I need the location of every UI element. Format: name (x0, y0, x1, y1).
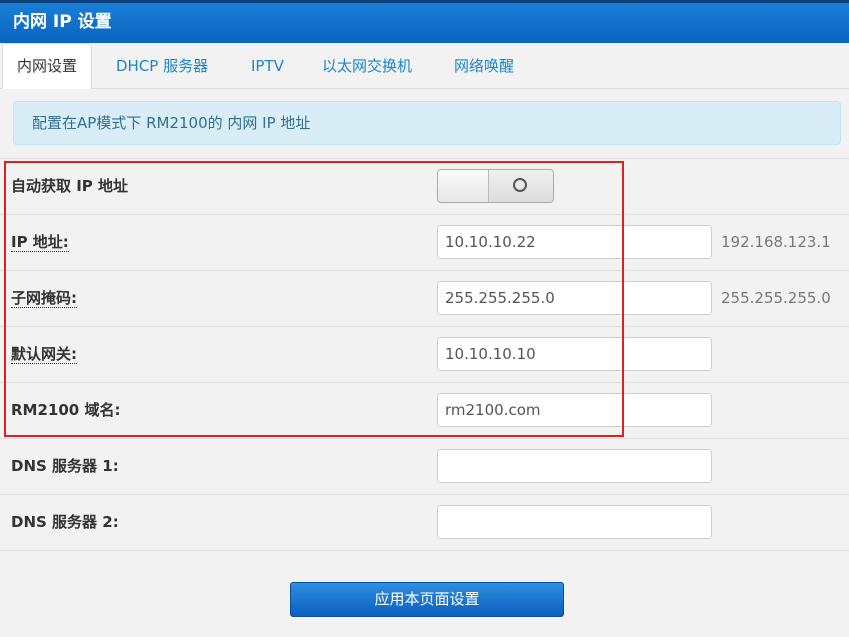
domain-label: RM2100 域名: (11, 401, 121, 419)
toggle-off-circle-icon (513, 178, 527, 192)
row-gateway: 默认网关: (0, 326, 849, 382)
tab-dhcp-server[interactable]: DHCP 服务器 (116, 43, 208, 89)
row-auto-ip: 自动获取 IP 地址 (0, 158, 849, 214)
info-section: 配置在AP模式下 RM2100的 内网 IP 地址 (0, 89, 849, 159)
netmask-hint: 255.255.255.0 (721, 289, 831, 307)
netmask-label-text: 子网掩码: (11, 289, 77, 308)
gateway-input[interactable] (437, 337, 712, 371)
dns1-input[interactable] (437, 449, 712, 483)
ip-address-input[interactable] (437, 225, 712, 259)
gateway-label: 默认网关: (11, 327, 77, 381)
dns2-input[interactable] (437, 505, 712, 539)
domain-input[interactable] (437, 393, 712, 427)
row-netmask: 子网掩码: 255.255.255.0 (0, 270, 849, 326)
toggle-off-side (438, 170, 489, 202)
row-dns1: DNS 服务器 1: (0, 438, 849, 494)
row-domain: RM2100 域名: (0, 382, 849, 438)
ip-address-label-text: IP 地址: (11, 233, 69, 252)
ip-address-label: IP 地址: (11, 215, 69, 269)
netmask-label: 子网掩码: (11, 271, 77, 325)
row-dns2: DNS 服务器 2: (0, 494, 849, 550)
tab-ethernet-switch[interactable]: 以太网交换机 (322, 43, 412, 89)
row-ip-address: IP 地址: 192.168.123.1 (0, 214, 849, 270)
info-alert: 配置在AP模式下 RM2100的 内网 IP 地址 (13, 101, 841, 145)
netmask-input[interactable] (437, 281, 712, 315)
gateway-label-text: 默认网关: (11, 345, 77, 364)
tab-wake-on-lan[interactable]: 网络唤醒 (454, 43, 514, 89)
tab-lan-settings[interactable]: 内网设置 (2, 43, 93, 89)
tab-iptv[interactable]: IPTV (251, 43, 284, 89)
apply-settings-button[interactable]: 应用本页面设置 (290, 582, 564, 617)
dns2-label: DNS 服务器 2: (11, 513, 119, 531)
auto-ip-label: 自动获取 IP 地址 (11, 177, 129, 195)
auto-ip-toggle[interactable] (437, 169, 554, 203)
tab-bar: 内网设置 DHCP 服务器 IPTV 以太网交换机 网络唤醒 (0, 43, 849, 89)
dns1-label: DNS 服务器 1: (11, 457, 119, 475)
ip-address-hint: 192.168.123.1 (721, 233, 831, 251)
window-title: 内网 IP 设置 (0, 0, 849, 43)
